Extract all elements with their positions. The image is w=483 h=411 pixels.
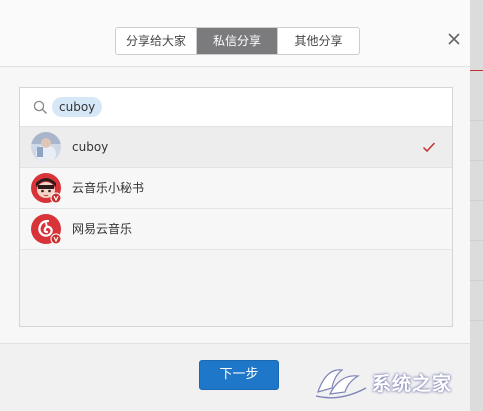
background-row-divider — [469, 160, 483, 161]
next-step-button[interactable]: 下一步 — [199, 360, 279, 390]
recipient-panel: cuboy cuboy 云音乐小秘书 网易云音乐 — [19, 87, 453, 327]
background-row-divider — [469, 320, 483, 321]
share-dialog: 分享给大家 私信分享 其他分享 cuboy cuboy 云音乐小秘书 网易云音乐… — [0, 0, 470, 411]
recipient-search[interactable]: cuboy — [20, 88, 452, 127]
tab-other-share[interactable]: 其他分享 — [278, 28, 359, 54]
share-tabs: 分享给大家 私信分享 其他分享 — [115, 27, 360, 55]
background-row-divider — [469, 200, 483, 201]
search-icon — [33, 100, 47, 114]
watermark-logo-icon — [315, 369, 367, 399]
item-label: 网易云音乐 — [72, 222, 133, 236]
photo-avatar — [31, 132, 61, 162]
item-label: 云音乐小秘书 — [72, 181, 145, 195]
cartoon-avatar-verified-icon — [31, 173, 62, 204]
list-item[interactable]: 云音乐小秘书 — [20, 168, 452, 209]
background-app-edge — [469, 0, 483, 411]
dialog-header: 分享给大家 私信分享 其他分享 — [0, 0, 470, 67]
dialog-body: cuboy cuboy 云音乐小秘书 网易云音乐 — [0, 67, 470, 343]
watermark: 系统之家 — [312, 362, 452, 402]
background-row-divider — [469, 280, 483, 281]
tab-share-to-all[interactable]: 分享给大家 — [116, 28, 197, 54]
background-row-divider — [469, 240, 483, 241]
search-query-chip[interactable]: cuboy — [52, 97, 103, 117]
tab-private-message[interactable]: 私信分享 — [197, 28, 278, 54]
background-accent-line — [469, 70, 483, 71]
watermark-text: 系统之家 — [372, 372, 453, 395]
item-label: cuboy — [72, 140, 109, 154]
list-item[interactable]: 网易云音乐 — [20, 209, 452, 250]
checkmark-icon — [422, 142, 436, 153]
background-row-divider — [469, 120, 483, 121]
close-icon[interactable] — [447, 32, 461, 46]
list-item[interactable]: cuboy — [20, 127, 452, 168]
netease-music-logo-icon — [31, 214, 62, 245]
